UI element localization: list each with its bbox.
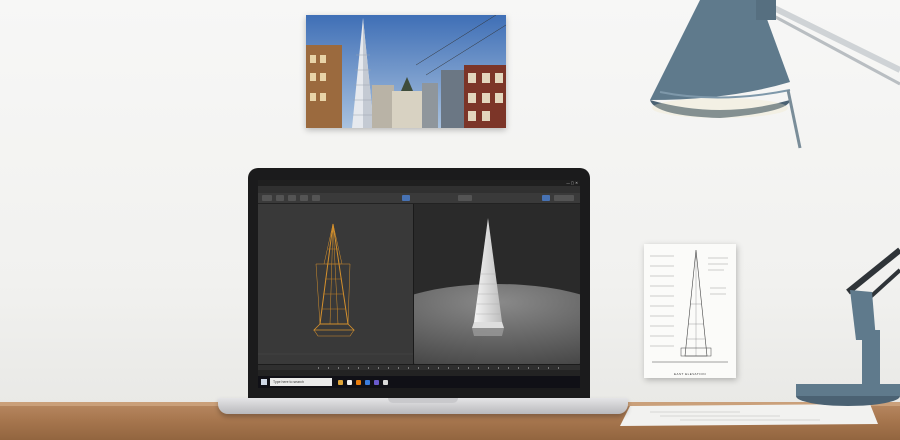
taskbar-search-input[interactable]: Type here to search xyxy=(270,378,332,386)
taskbar: Type here to search xyxy=(258,376,580,388)
tower-photo xyxy=(306,15,506,128)
windows-icon[interactable] xyxy=(261,379,267,385)
render-preview-button[interactable] xyxy=(542,195,550,201)
global-transform[interactable] xyxy=(402,195,410,201)
laptop-notch xyxy=(388,398,458,403)
blender-icon[interactable] xyxy=(356,379,361,385)
object-menu[interactable] xyxy=(312,195,320,201)
taskbar-app-icons xyxy=(338,379,388,385)
store-icon[interactable] xyxy=(374,379,379,385)
chrome-icon[interactable] xyxy=(347,379,352,385)
add-menu[interactable] xyxy=(300,195,308,201)
viewport-wireframe[interactable] xyxy=(258,204,413,364)
overlay-options[interactable] xyxy=(554,195,574,201)
laptop-screen: — ▢ ✕ Type here to search xyxy=(258,180,580,388)
paper-sheet xyxy=(620,404,878,426)
view-menu[interactable] xyxy=(276,195,284,201)
app-icon[interactable] xyxy=(383,379,388,385)
blueprint-caption: EAST ELEVATION xyxy=(673,372,706,376)
mail-icon[interactable] xyxy=(365,379,370,385)
viewport-rendered[interactable] xyxy=(414,204,580,364)
viewport-toolbar xyxy=(258,193,580,204)
blueprint-drawing: EAST ELEVATION xyxy=(644,244,736,378)
menu-bar xyxy=(258,186,580,193)
file-explorer-icon[interactable] xyxy=(338,379,343,385)
timeline-ticks xyxy=(318,367,568,369)
shading-options[interactable] xyxy=(458,195,472,201)
select-menu[interactable] xyxy=(288,195,296,201)
mode-select[interactable] xyxy=(262,195,272,201)
